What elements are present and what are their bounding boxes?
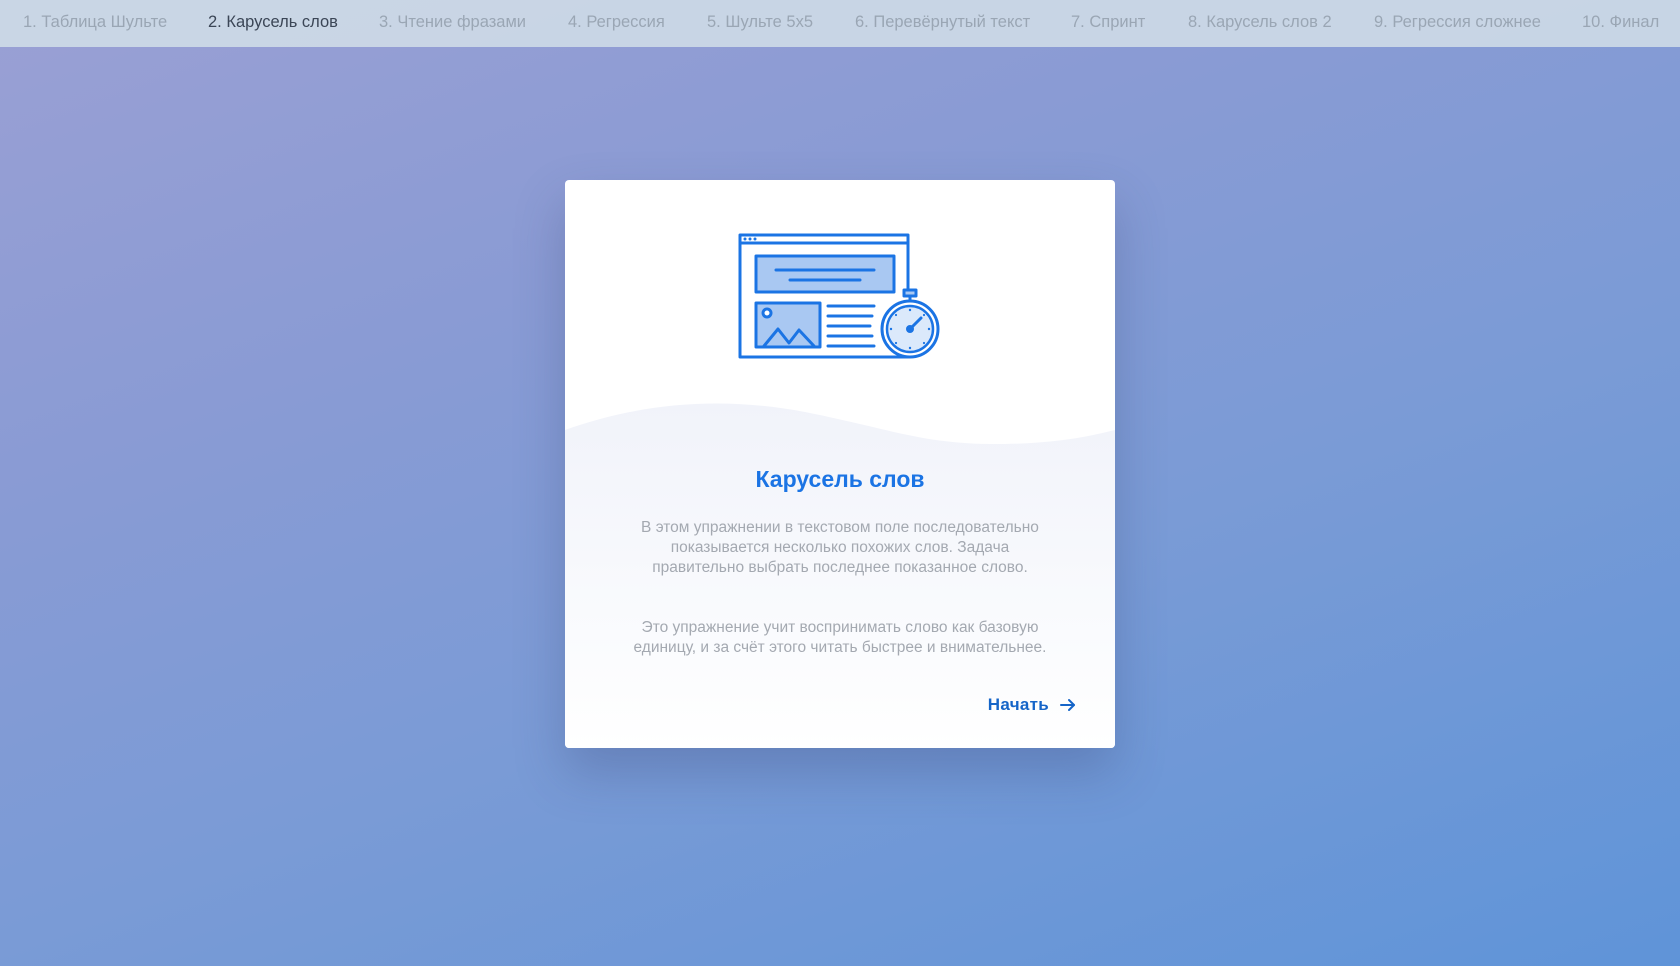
- tab-regression-hard[interactable]: 9. Регрессия сложнее: [1374, 0, 1541, 47]
- tab-schulte-5x5[interactable]: 5. Шульте 5х5: [707, 0, 813, 47]
- tab-sprint[interactable]: 7. Спринт: [1071, 0, 1145, 47]
- exercise-intro-card: Карусель слов В этом упражнении в тексто…: [565, 180, 1115, 748]
- tab-final[interactable]: 10. Финал: [1582, 0, 1659, 47]
- exercise-benefit-text: Это упражнение учит воспринимать слово к…: [633, 619, 1047, 656]
- tab-phrase-reading[interactable]: 3. Чтение фразами: [379, 0, 526, 47]
- tab-inverted-text[interactable]: 6. Перевёрнутый текст: [855, 0, 1030, 47]
- arrow-right-icon: [1060, 699, 1075, 711]
- tab-schulte-table[interactable]: 1. Таблица Шульте: [23, 0, 167, 47]
- tab-word-carousel-2[interactable]: 8. Карусель слов 2: [1188, 0, 1332, 47]
- browser-stopwatch-icon: [738, 233, 940, 359]
- start-button-label: Начать: [987, 695, 1049, 714]
- start-button[interactable]: Начать: [988, 695, 1077, 715]
- exercise-tab-bar: 1. Таблица Шульте 2. Карусель слов 3. Чт…: [0, 0, 1680, 47]
- exercise-title: Карусель слов: [755, 466, 925, 492]
- tab-regression[interactable]: 4. Регрессия: [568, 0, 665, 47]
- tab-word-carousel[interactable]: 2. Карусель слов: [208, 0, 338, 47]
- exercise-description: В этом упражнении в текстовом поле после…: [641, 519, 1039, 576]
